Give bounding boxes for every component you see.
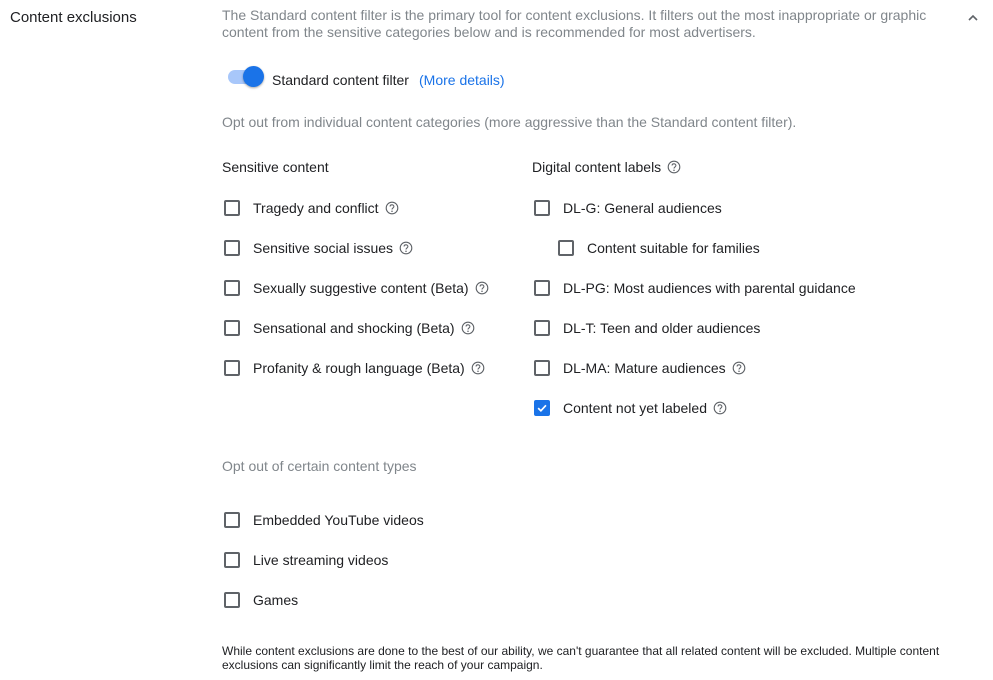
checkbox-label: Content suitable for families <box>587 240 760 256</box>
checkbox[interactable] <box>534 400 550 416</box>
checkbox-row[interactable]: DL-PG: Most audiences with parental guid… <box>534 278 856 298</box>
checkbox[interactable] <box>224 200 240 216</box>
checkbox-label: DL-MA: Mature audiences <box>563 360 726 376</box>
help-icon[interactable] <box>471 361 485 375</box>
help-icon[interactable] <box>732 361 746 375</box>
checkbox[interactable] <box>558 240 574 256</box>
sensitive-content-heading-label: Sensitive content <box>222 159 329 175</box>
checkbox-label: DL-G: General audiences <box>563 200 722 216</box>
help-icon[interactable] <box>667 160 681 174</box>
standard-filter-label: Standard content filter <box>272 72 409 88</box>
checkbox[interactable] <box>534 320 550 336</box>
digital-content-labels-heading-label: Digital content labels <box>532 159 662 175</box>
checkbox-label: Sensational and shocking (Beta) <box>253 320 455 336</box>
help-icon[interactable] <box>385 201 399 215</box>
checkbox-row[interactable]: Sensational and shocking (Beta) <box>224 318 475 338</box>
checkbox[interactable] <box>224 320 240 336</box>
checkbox-row[interactable]: DL-G: General audiences <box>534 198 722 218</box>
checkbox-row[interactable]: Games <box>224 590 298 610</box>
footer-disclaimer: While content exclusions are done to the… <box>222 644 940 672</box>
checkbox[interactable] <box>534 280 550 296</box>
checkbox-label: Content not yet labeled <box>563 400 707 416</box>
opt-out-types-heading: Opt out of certain content types <box>222 458 417 474</box>
checkbox-label: Tragedy and conflict <box>253 200 379 216</box>
sensitive-content-heading: Sensitive content <box>222 159 329 175</box>
checkbox-label: DL-PG: Most audiences with parental guid… <box>563 280 856 296</box>
checkbox-row[interactable]: Sensitive social issues <box>224 238 413 258</box>
intro-text: The Standard content filter is the prima… <box>222 7 927 40</box>
digital-content-labels-heading: Digital content labels <box>532 159 681 175</box>
checkbox[interactable] <box>224 512 240 528</box>
checkbox-row[interactable]: Tragedy and conflict <box>224 198 399 218</box>
checkbox-label: Live streaming videos <box>253 552 389 568</box>
checkbox[interactable] <box>534 360 550 376</box>
standard-filter-toggle[interactable] <box>226 65 266 87</box>
checkbox-label: Sensitive social issues <box>253 240 394 256</box>
checkbox[interactable] <box>224 240 240 256</box>
checkbox-row[interactable]: Embedded YouTube videos <box>224 510 424 530</box>
checkbox-row[interactable]: Profanity & rough language (Beta) <box>224 358 485 378</box>
opt-out-categories-text: Opt out from individual content categori… <box>222 114 797 130</box>
checkbox-row[interactable]: Content not yet labeled <box>534 398 727 418</box>
checkbox[interactable] <box>224 552 240 568</box>
checkbox-row[interactable]: Sexually suggestive content (Beta) <box>224 278 489 298</box>
checkbox-row[interactable]: Live streaming videos <box>224 550 388 570</box>
section-title: Content exclusions <box>10 9 137 26</box>
more-details-link[interactable]: (More details) <box>419 72 505 88</box>
help-icon[interactable] <box>713 401 727 415</box>
help-icon[interactable] <box>475 281 489 295</box>
checkbox-row[interactable]: Content suitable for families <box>558 238 760 258</box>
help-icon[interactable] <box>461 321 475 335</box>
checkbox-row[interactable]: DL-T: Teen and older audiences <box>534 318 760 338</box>
checkbox-row[interactable]: DL-MA: Mature audiences <box>534 358 746 378</box>
checkbox-label: Profanity & rough language (Beta) <box>253 360 465 376</box>
checkbox[interactable] <box>224 592 240 608</box>
chevron-up-icon[interactable] <box>966 11 980 25</box>
checkbox[interactable] <box>534 200 550 216</box>
checkbox[interactable] <box>224 280 240 296</box>
checkbox[interactable] <box>224 360 240 376</box>
checkbox-label: Sexually suggestive content (Beta) <box>253 280 469 296</box>
checkbox-label: Games <box>253 592 299 608</box>
toggle-thumb <box>243 66 264 87</box>
help-icon[interactable] <box>399 241 413 255</box>
checkbox-label: Embedded YouTube videos <box>253 512 424 528</box>
checkbox-label: DL-T: Teen and older audiences <box>563 320 761 336</box>
check-icon <box>537 404 547 413</box>
